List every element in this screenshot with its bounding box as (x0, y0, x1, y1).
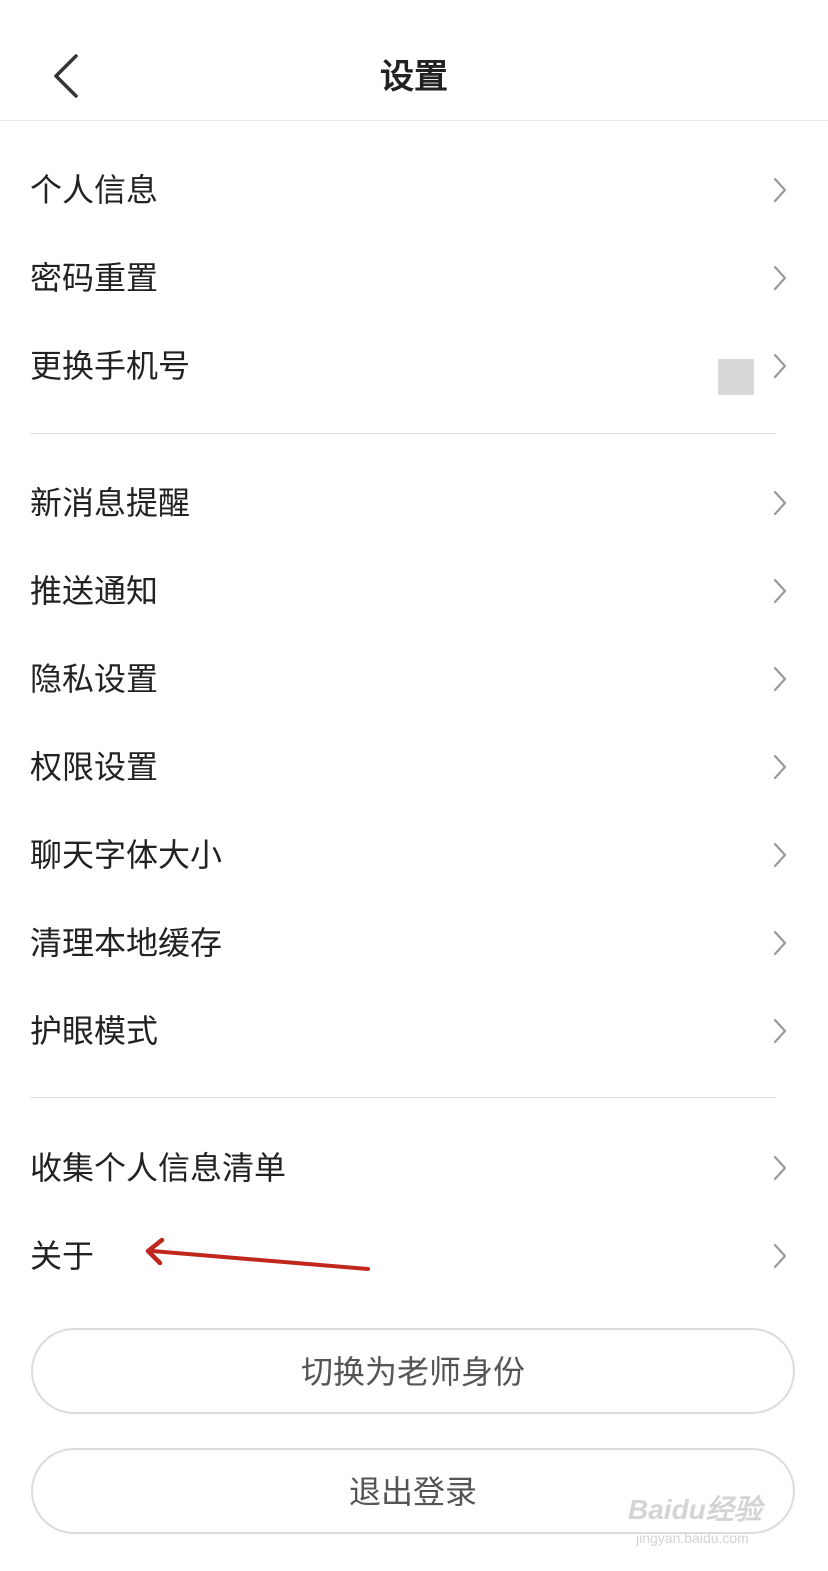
settings-item-label: 更换手机号 (30, 347, 191, 385)
settings-item-new-message-alert[interactable]: 新消息提醒 (0, 459, 828, 547)
chevron-right-icon (770, 176, 790, 204)
chevron-right-icon (770, 929, 790, 957)
chevron-right-icon (770, 665, 790, 693)
settings-item-label: 清理本地缓存 (30, 924, 223, 962)
chevron-right-icon (770, 264, 790, 292)
settings-item-personal-info-list[interactable]: 收集个人信息清单 (0, 1124, 828, 1212)
settings-item-label: 护眼模式 (30, 1012, 159, 1050)
section-divider (30, 433, 776, 434)
chevron-right-icon (770, 1154, 790, 1182)
settings-item-label: 推送通知 (30, 572, 159, 610)
settings-item-label: 个人信息 (30, 171, 159, 209)
settings-item-label: 新消息提醒 (30, 484, 191, 522)
watermark: Baidu经验 jingyan.baidu.com (628, 1478, 808, 1552)
chevron-right-icon (770, 753, 790, 781)
settings-item-change-phone[interactable]: 更换手机号 (0, 322, 828, 410)
settings-item-privacy[interactable]: 隐私设置 (0, 635, 828, 723)
settings-item-label: 密码重置 (30, 259, 159, 297)
settings-item-label: 隐私设置 (30, 660, 159, 698)
page-title: 设置 (380, 57, 448, 97)
section-divider (30, 1097, 776, 1098)
chevron-right-icon (770, 841, 790, 869)
settings-item-label: 收集个人信息清单 (30, 1149, 287, 1187)
settings-item-push-notification[interactable]: 推送通知 (0, 547, 828, 635)
settings-item-label: 聊天字体大小 (30, 836, 223, 874)
watermark-brand: Baidu经验 (628, 1494, 762, 1525)
settings-item-label: 权限设置 (30, 748, 159, 786)
settings-item-about[interactable]: 关于 (0, 1212, 828, 1300)
switch-to-teacher-button[interactable]: 切换为老师身份 (31, 1328, 795, 1414)
annotation-arrow-icon (140, 1232, 376, 1276)
settings-item-personal-info[interactable]: 个人信息 (0, 146, 828, 234)
chevron-right-icon (770, 352, 790, 380)
chevron-right-icon (770, 489, 790, 517)
top-bar: 设置 (0, 0, 828, 121)
settings-item-clear-cache[interactable]: 清理本地缓存 (0, 899, 828, 987)
settings-item-chat-font-size[interactable]: 聊天字体大小 (0, 811, 828, 899)
settings-item-eye-care-mode[interactable]: 护眼模式 (0, 987, 828, 1075)
settings-item-permissions[interactable]: 权限设置 (0, 723, 828, 811)
chevron-right-icon (770, 1017, 790, 1045)
settings-item-label: 关于 (30, 1237, 95, 1275)
settings-item-password-reset[interactable]: 密码重置 (0, 234, 828, 322)
chevron-right-icon (770, 1242, 790, 1270)
watermark-url: jingyan.baidu.com (636, 1530, 749, 1546)
chevron-right-icon (770, 577, 790, 605)
redaction-block (718, 359, 754, 395)
